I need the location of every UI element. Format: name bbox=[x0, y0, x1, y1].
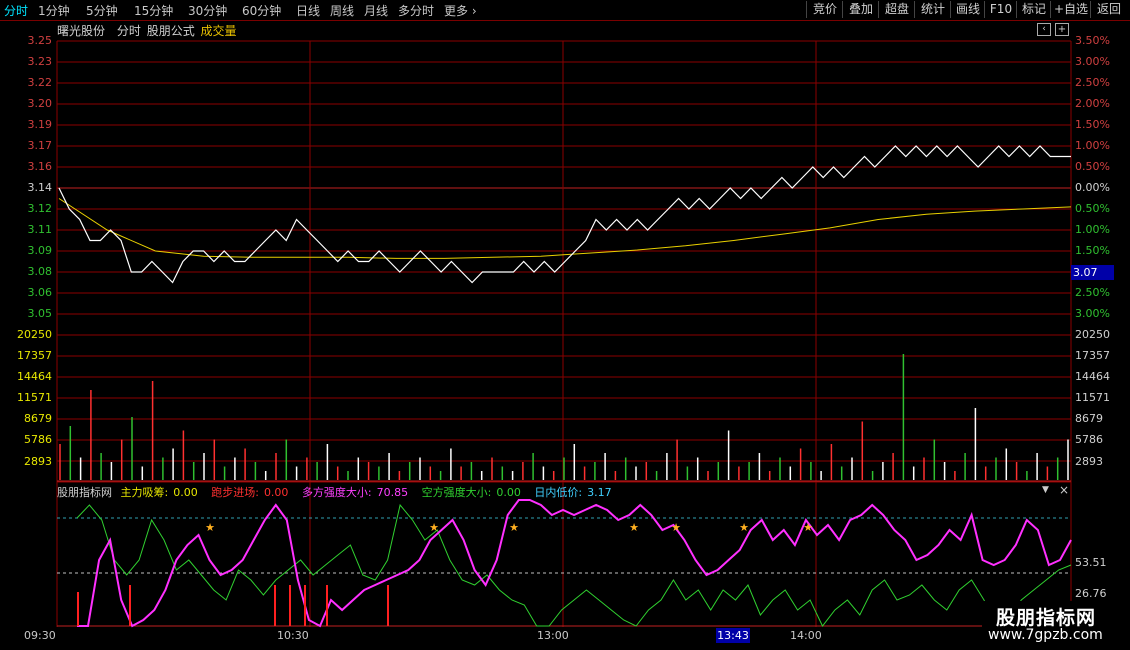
percent-tick: 3.00% bbox=[1075, 55, 1110, 68]
price-tick: 3.05 bbox=[27, 307, 53, 320]
price-line bbox=[58, 145, 1071, 284]
price-tick: 3.16 bbox=[27, 160, 53, 173]
percent-tick: 2.00% bbox=[1075, 97, 1110, 110]
current-price-tag: 3.07 bbox=[1071, 265, 1114, 280]
runner-icon: ★ bbox=[629, 521, 639, 534]
watermark-title: 股朋指标网 bbox=[996, 607, 1097, 629]
percent-tick: 3.00% bbox=[1075, 307, 1110, 320]
volume-tick: 8679 bbox=[24, 412, 52, 425]
time-tick: 09:30 bbox=[24, 629, 56, 642]
price-tick: 3.20 bbox=[27, 97, 53, 110]
time-tick: 13:00 bbox=[537, 629, 569, 642]
legend-bull-strength: 多方强度大小: 70.85 bbox=[301, 486, 409, 499]
time-tick: 10:30 bbox=[277, 629, 309, 642]
indicator-tick: 53.51 bbox=[1075, 556, 1107, 569]
time-tick: 14:00 bbox=[790, 629, 822, 642]
bull-strength-line bbox=[77, 499, 1072, 628]
volume-tick: 11571 bbox=[17, 391, 52, 404]
runner-icon: ★ bbox=[429, 521, 439, 534]
volume-tick-right: 11571 bbox=[1075, 391, 1110, 404]
runner-icon: ★ bbox=[671, 521, 681, 534]
legend-rush-in: 跑步进场: 0.00 bbox=[211, 486, 289, 499]
indicator-tick: 26.76 bbox=[1075, 587, 1107, 600]
indicator-legend: 股朋指标网 主力吸筹: 0.00 跑步进场: 0.00 多方强度大小: 70.85 空… bbox=[57, 484, 622, 500]
watermark: 股朋指标网 www.7gpzb.com bbox=[982, 601, 1130, 650]
price-tick: 3.08 bbox=[27, 265, 53, 278]
volume-tick: 2893 bbox=[24, 455, 52, 468]
signal-markers: ★ ★ ★ ★ ★ ★ ★ bbox=[205, 521, 813, 534]
price-tick: 3.25 bbox=[27, 34, 53, 47]
price-tick: 3.17 bbox=[27, 139, 53, 152]
price-tick: 3.19 bbox=[27, 118, 53, 131]
volume-tick: 5786 bbox=[24, 433, 52, 446]
volume-tick-right: 14464 bbox=[1075, 370, 1110, 383]
legend-accumulation: 主力吸筹: 0.00 bbox=[120, 486, 198, 499]
chart-grid bbox=[56, 40, 1072, 627]
price-tick: 3.14 bbox=[27, 181, 53, 194]
bear-strength-line bbox=[76, 503, 1072, 627]
price-tick: 3.23 bbox=[27, 55, 53, 68]
runner-icon: ★ bbox=[509, 521, 519, 534]
volume-tick-right: 20250 bbox=[1075, 328, 1110, 341]
percent-tick: 2.50% bbox=[1075, 76, 1110, 89]
price-tick: 3.11 bbox=[27, 223, 53, 236]
percent-tick: 1.50% bbox=[1075, 118, 1110, 131]
price-tick: 3.22 bbox=[27, 76, 53, 89]
cursor-time-tag: 13:43 bbox=[716, 628, 750, 643]
legend-bear-strength: 空方强度大小: 0.00 bbox=[421, 486, 521, 499]
volume-tick: 14464 bbox=[17, 370, 52, 383]
indicator-lines bbox=[76, 499, 1072, 628]
percent-tick: 1.00% bbox=[1075, 139, 1110, 152]
percent-tick: 0.00% bbox=[1075, 181, 1110, 194]
runner-icon: ★ bbox=[803, 521, 813, 534]
percent-tick: 1.50% bbox=[1075, 244, 1110, 257]
volume-tick: 17357 bbox=[17, 349, 52, 362]
percent-tick: 1.00% bbox=[1075, 223, 1110, 236]
volume-tick: 20250 bbox=[17, 328, 52, 341]
chart-canvas: ★ ★ ★ ★ ★ ★ ★ bbox=[56, 40, 1072, 628]
price-tick: 3.06 bbox=[27, 286, 53, 299]
collapse-icon[interactable]: ▼ bbox=[1042, 485, 1049, 495]
runner-icon: ★ bbox=[739, 521, 749, 534]
percent-tick: 0.50% bbox=[1075, 160, 1110, 173]
percent-tick: 0.50% bbox=[1075, 202, 1110, 215]
indicator-name[interactable]: 股朋指标网 bbox=[57, 486, 112, 499]
price-tick: 3.12 bbox=[27, 202, 53, 215]
percent-tick: 2.50% bbox=[1075, 286, 1110, 299]
volume-tick-right: 5786 bbox=[1075, 433, 1103, 446]
volume-tick-right: 17357 bbox=[1075, 349, 1110, 362]
percent-tick: 3.50% bbox=[1075, 34, 1110, 47]
watermark-url: www.7gpzb.com bbox=[988, 627, 1103, 643]
volume-tick-right: 2893 bbox=[1075, 455, 1103, 468]
runner-icon: ★ bbox=[205, 521, 215, 534]
average-price-line bbox=[58, 198, 1072, 259]
price-tick: 3.09 bbox=[27, 244, 53, 257]
volume-tick-right: 8679 bbox=[1075, 412, 1103, 425]
legend-intraday-low: 日内低价: 3.17 bbox=[534, 486, 612, 499]
close-icon[interactable]: × bbox=[1059, 483, 1069, 497]
